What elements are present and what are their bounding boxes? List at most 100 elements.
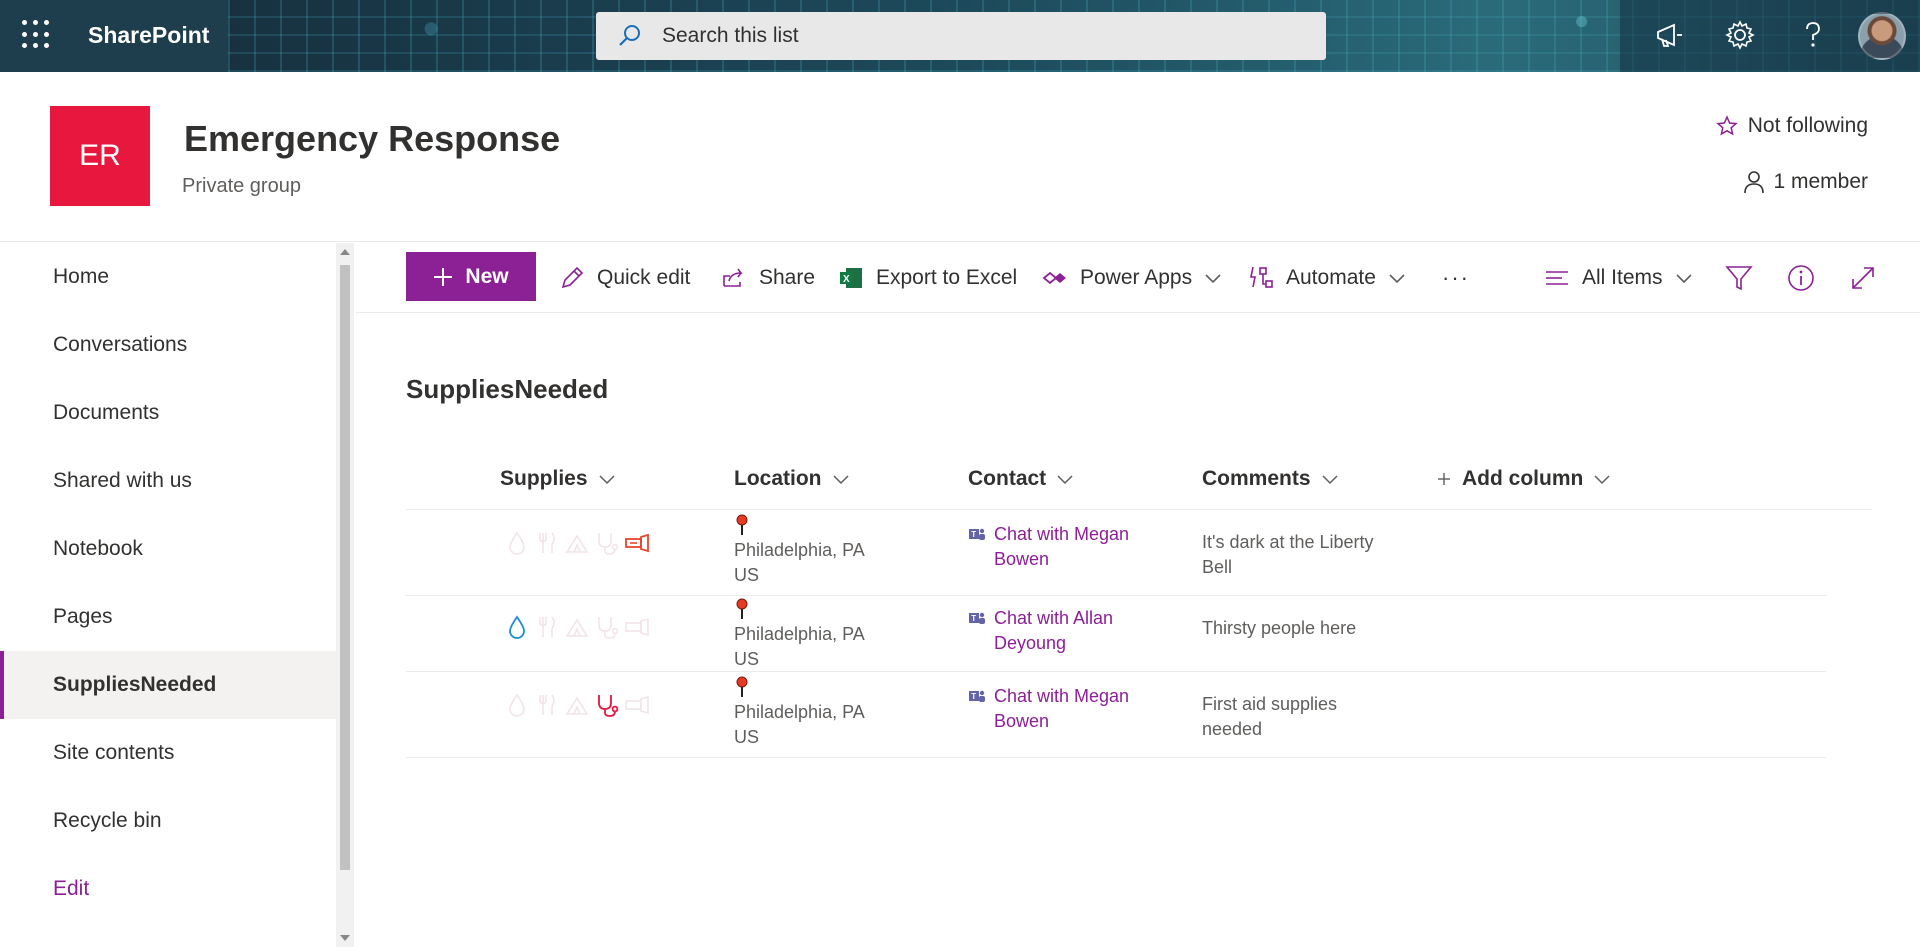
column-header-label: Comments — [1202, 467, 1311, 490]
scroll-up-arrow-icon[interactable] — [340, 249, 350, 255]
quick-edit-label: Quick edit — [597, 266, 691, 289]
stethoscope-icon[interactable] — [594, 614, 620, 640]
gear-icon[interactable] — [1723, 18, 1757, 52]
contact-link[interactable]: T Chat with Megan Bowen — [968, 522, 1158, 572]
comment-line-1: First aid supplies — [1202, 694, 1338, 714]
column-header-supplies[interactable]: Supplies — [500, 462, 616, 496]
flashlight-icon[interactable] — [624, 614, 650, 640]
chevron-down-icon — [1322, 475, 1338, 485]
flashlight-icon[interactable] — [624, 692, 650, 718]
contact-line-2[interactable]: Bowen — [994, 709, 1129, 734]
chevron-down-icon — [1057, 475, 1073, 485]
nav-scrollbar[interactable] — [336, 243, 354, 947]
app-launcher-icon[interactable] — [22, 20, 52, 50]
stethoscope-icon[interactable] — [594, 692, 620, 718]
follow-label: Not following — [1747, 114, 1868, 137]
more-commands-button[interactable]: ··· — [1442, 261, 1470, 295]
shelter-icon[interactable] — [564, 692, 590, 718]
scrollbar-thumb[interactable] — [340, 265, 350, 870]
site-logo[interactable]: ER — [50, 106, 150, 206]
filter-button[interactable] — [1724, 261, 1754, 295]
nav-edit-link[interactable]: Edit — [0, 855, 336, 923]
contact-line-2[interactable]: Bowen — [994, 547, 1129, 572]
person-icon — [1744, 171, 1765, 194]
water-drop-icon[interactable] — [504, 614, 530, 640]
contact-link[interactable]: T Chat with Megan Bowen — [968, 684, 1158, 734]
nav-item-shared-with-us[interactable]: Shared with us — [0, 447, 336, 515]
help-icon[interactable] — [1796, 18, 1830, 52]
suite-bar-left: SharePoint — [0, 0, 228, 72]
power-apps-menu[interactable]: Power Apps — [1042, 261, 1222, 295]
chevron-down-icon — [599, 475, 615, 485]
view-selector[interactable]: All Items — [1544, 261, 1693, 295]
search-input[interactable] — [662, 12, 1302, 60]
contact-link[interactable]: T Chat with Allan Deyoung — [968, 606, 1158, 656]
location-cell: Philadelphia, PA US — [734, 514, 894, 588]
scroll-down-arrow-icon[interactable] — [340, 935, 350, 941]
map-pin-icon — [736, 598, 748, 619]
stethoscope-icon[interactable] — [594, 530, 620, 556]
follow-button[interactable]: Not following — [1715, 114, 1868, 138]
nav-item-home[interactable]: Home — [0, 243, 336, 311]
power-apps-label: Power Apps — [1080, 266, 1193, 289]
info-button[interactable] — [1786, 261, 1816, 295]
supplies-rating[interactable] — [504, 614, 650, 640]
table-row[interactable]: Philadelphia, PA US T Chat with Megan Bo… — [406, 510, 1826, 596]
shelter-icon[interactable] — [564, 530, 590, 556]
contact-line-1[interactable]: Chat with Allan — [994, 606, 1113, 631]
expand-button[interactable] — [1848, 261, 1878, 295]
add-column-button[interactable]: Add column — [1436, 462, 1611, 496]
new-button[interactable]: New — [406, 252, 536, 301]
export-label: Export to Excel — [876, 266, 1018, 289]
automate-menu[interactable]: Automate — [1248, 261, 1406, 295]
plus-icon — [1438, 473, 1450, 485]
location-line-2: US — [734, 727, 760, 747]
nav-item-notebook[interactable]: Notebook — [0, 515, 336, 583]
nav-item-conversations[interactable]: Conversations — [0, 311, 336, 379]
expand-icon — [1852, 267, 1874, 289]
contact-line-2[interactable]: Deyoung — [994, 631, 1113, 656]
column-header-location[interactable]: Location — [734, 462, 850, 496]
water-drop-icon[interactable] — [504, 692, 530, 718]
chevron-down-icon — [1675, 274, 1692, 284]
nav-item-pages[interactable]: Pages — [0, 583, 336, 651]
food-utensils-icon[interactable] — [534, 692, 560, 718]
search-icon — [619, 25, 640, 46]
svg-text:T: T — [971, 530, 976, 539]
share-button[interactable]: Share — [721, 261, 815, 295]
export-to-excel-button[interactable]: X Export to Excel — [838, 261, 1017, 295]
chevron-down-icon — [1205, 274, 1221, 284]
shelter-icon[interactable] — [564, 614, 590, 640]
map-pin-icon — [736, 676, 748, 697]
food-utensils-icon[interactable] — [534, 530, 560, 556]
nav-item-recycle-bin[interactable]: Recycle bin — [0, 787, 336, 855]
location-cell: Philadelphia, PA US — [734, 598, 894, 672]
column-header-comments[interactable]: Comments — [1202, 462, 1339, 496]
supplies-rating[interactable] — [504, 692, 650, 718]
flashlight-icon[interactable] — [624, 530, 650, 556]
search-box[interactable] — [596, 12, 1326, 60]
nav-item-suppliesneeded[interactable]: SuppliesNeeded — [0, 651, 336, 719]
location-line-1: Philadelphia, PA — [734, 624, 865, 644]
excel-icon: X — [840, 268, 862, 288]
info-icon — [1788, 265, 1814, 291]
column-header-contact[interactable]: Contact — [968, 462, 1074, 496]
supplies-rating[interactable] — [504, 530, 650, 556]
table-row[interactable]: Philadelphia, PA US T Chat with Megan Bo… — [406, 672, 1826, 758]
members-button[interactable]: 1 member — [1743, 170, 1868, 194]
column-header-label: Location — [734, 467, 822, 490]
location-line-2: US — [734, 649, 760, 669]
site-title[interactable]: Emergency Response — [184, 118, 560, 160]
nav-item-documents[interactable]: Documents — [0, 379, 336, 447]
food-utensils-icon[interactable] — [534, 614, 560, 640]
view-lines-icon — [1546, 271, 1568, 285]
contact-line-1[interactable]: Chat with Megan — [994, 522, 1129, 547]
nav-item-site-contents[interactable]: Site contents — [0, 719, 336, 787]
water-drop-icon[interactable] — [504, 530, 530, 556]
megaphone-icon[interactable] — [1652, 18, 1686, 52]
table-row[interactable]: Philadelphia, PA US T Chat with Allan De… — [406, 596, 1826, 672]
avatar[interactable] — [1858, 12, 1906, 60]
app-name[interactable]: SharePoint — [88, 22, 209, 49]
contact-line-1[interactable]: Chat with Megan — [994, 684, 1129, 709]
quick-edit-button[interactable]: Quick edit — [559, 261, 690, 295]
